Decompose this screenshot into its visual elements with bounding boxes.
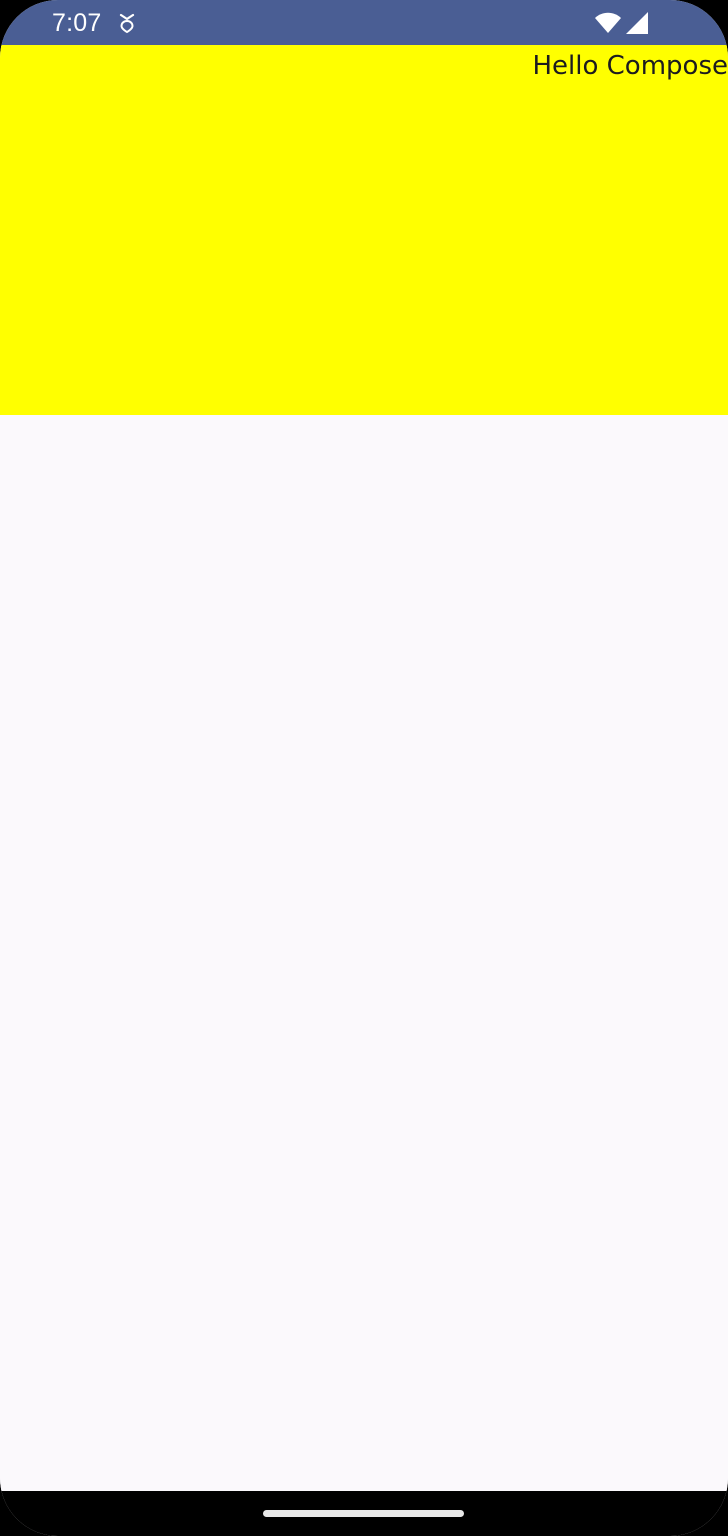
status-time: 7:07	[52, 9, 102, 37]
status-bar: 7:07	[0, 0, 728, 45]
greeting-text: Hello Compose	[532, 51, 728, 81]
notification-icon	[119, 13, 135, 34]
wifi-icon	[595, 12, 621, 33]
content-area	[0, 415, 728, 1491]
cell-signal-icon	[626, 12, 648, 34]
yellow-box: Hello Compose	[0, 45, 728, 415]
phone-screen: 7:07 Hello Compose	[0, 0, 728, 1536]
home-gesture-handle[interactable]	[263, 1510, 464, 1517]
navigation-bar	[0, 1491, 728, 1536]
